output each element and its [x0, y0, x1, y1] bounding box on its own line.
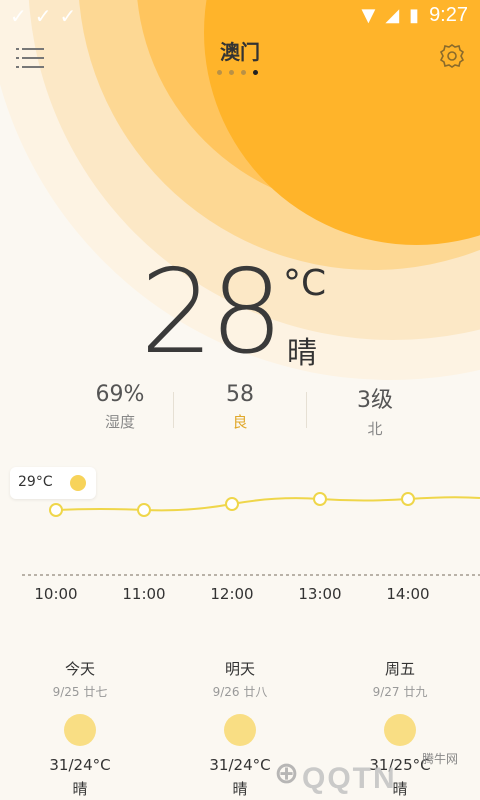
watermark-text: QQTN	[302, 762, 397, 795]
status-time: 9:27	[429, 4, 468, 26]
aqi-value: 58	[226, 382, 254, 407]
day-date: 9/27 廿九	[372, 685, 428, 699]
hour-point[interactable]	[137, 503, 151, 517]
tooltip-temperature: 29°C	[18, 474, 53, 490]
hour-point[interactable]	[313, 492, 327, 506]
hour-label: 11:00	[122, 585, 166, 603]
sunny-icon	[70, 475, 86, 491]
sunny-icon	[384, 714, 416, 746]
hour-point[interactable]	[401, 492, 415, 506]
hour-label: 12:00	[210, 585, 254, 603]
notification-icon: ✓	[34, 4, 52, 28]
status-bar: ✓ ✓ ✓ ▼ ◢ ▮ 9:27	[0, 0, 480, 32]
daily-forecast-item[interactable]: 今天 9/25 廿七 31/24°C 晴	[20, 658, 140, 799]
day-condition: 晴	[72, 780, 88, 798]
city-title[interactable]: 澳门	[0, 36, 480, 65]
hour-label: 10:00	[34, 585, 78, 603]
hour-point[interactable]	[225, 497, 239, 511]
day-name: 明天	[224, 660, 255, 678]
sunny-icon	[224, 714, 256, 746]
day-name: 今天	[64, 660, 95, 678]
signal-icon: ◢	[385, 5, 400, 26]
day-temps: 31/24°C	[49, 756, 111, 774]
hour-point[interactable]	[49, 503, 63, 517]
humidity-label: 湿度	[104, 413, 135, 431]
current-condition: 晴	[287, 336, 317, 371]
wind-label: 北	[367, 420, 383, 438]
day-date: 9/26 廿八	[212, 685, 268, 699]
humidity-stat: 69% 湿度	[55, 382, 185, 432]
hour-tooltip: 29°C	[10, 467, 96, 499]
page-dot	[241, 70, 246, 75]
humidity-value: 69%	[95, 382, 145, 407]
notification-icon: ✓	[59, 4, 77, 28]
page-dot	[217, 70, 222, 75]
divider	[173, 392, 174, 428]
air-quality-stat: 58 良	[175, 382, 305, 432]
notification-icon: ✓	[10, 4, 27, 28]
watermark-site: 腾牛网	[422, 752, 459, 766]
day-date: 9/25 廿七	[52, 685, 108, 699]
watermark: ⊕ QQTN 腾牛网	[272, 748, 477, 798]
battery-icon: ▮	[409, 5, 420, 26]
page-dot	[229, 70, 234, 75]
sunny-icon	[64, 714, 96, 746]
wind-value: 3级	[357, 388, 393, 413]
current-temperature: 28	[140, 245, 284, 380]
day-name: 周五	[384, 660, 415, 678]
settings-icon[interactable]	[438, 42, 466, 70]
page-indicator	[217, 70, 258, 75]
temperature-unit: °C	[283, 263, 327, 304]
hour-label: 14:00	[386, 585, 430, 603]
divider	[306, 392, 307, 428]
hour-label: 13:00	[298, 585, 342, 603]
page-dot-active	[253, 70, 258, 75]
wind-stat: 3级 北	[310, 382, 440, 439]
wifi-icon: ▼	[361, 5, 376, 26]
aqi-label: 良	[232, 413, 248, 431]
watermark-logo-icon: ⊕	[274, 756, 300, 791]
